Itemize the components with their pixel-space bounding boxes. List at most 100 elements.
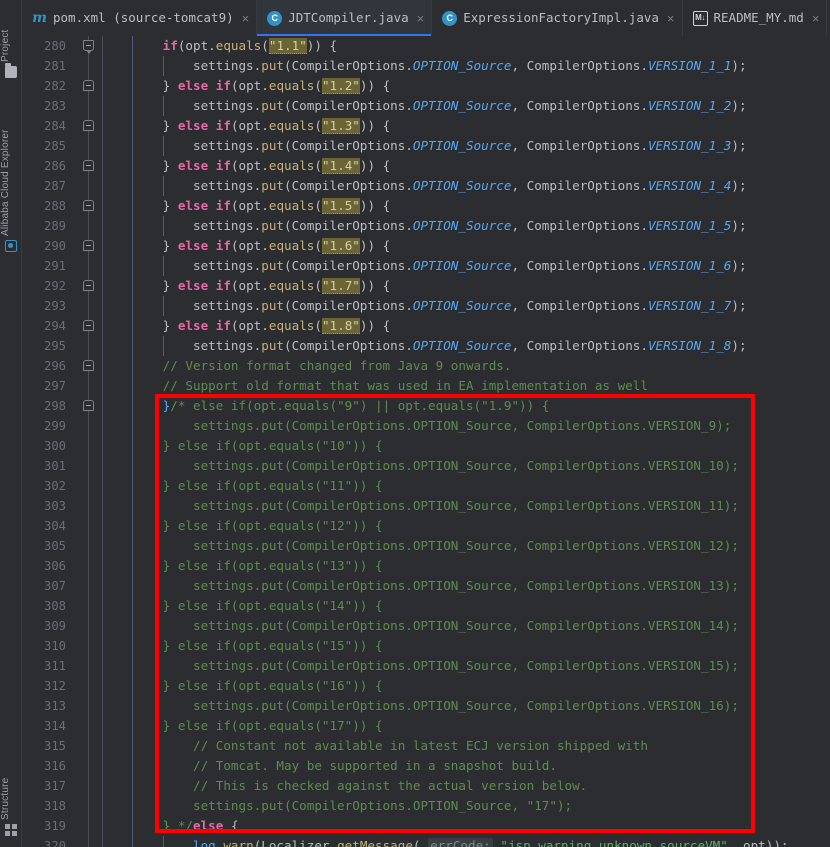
code-line[interactable]: 293 settings.put(CompilerOptions.OPTION_…: [22, 296, 830, 316]
code-text[interactable]: settings.put(CompilerOptions.OPTION_Sour…: [102, 796, 572, 816]
code-fold-toggle[interactable]: [82, 116, 96, 136]
code-text[interactable]: } else if(opt.equals("1.5")) {: [102, 196, 390, 216]
code-fold-toggle[interactable]: [82, 316, 96, 336]
code-line[interactable]: 281 settings.put(CompilerOptions.OPTION_…: [22, 56, 830, 76]
code-line[interactable]: 298 }/* else if(opt.equals("9") || opt.e…: [22, 396, 830, 416]
code-line[interactable]: 297 // Support old format that was used …: [22, 376, 830, 396]
code-fold-toggle[interactable]: [82, 356, 96, 376]
code-text[interactable]: settings.put(CompilerOptions.OPTION_Sour…: [102, 256, 747, 276]
code-line[interactable]: 317 // This is checked against the actua…: [22, 776, 830, 796]
code-text[interactable]: } else if(opt.equals("1.7")) {: [102, 276, 390, 296]
close-icon[interactable]: ×: [667, 12, 675, 25]
code-text[interactable]: } else if(opt.equals("15")) {: [102, 636, 383, 656]
code-line[interactable]: 310 } else if(opt.equals("15")) {: [22, 636, 830, 656]
code-line[interactable]: 306 } else if(opt.equals("13")) {: [22, 556, 830, 576]
code-line[interactable]: 313 settings.put(CompilerOptions.OPTION_…: [22, 696, 830, 716]
structure-icon[interactable]: [5, 824, 17, 836]
code-line[interactable]: 315 // Constant not available in latest …: [22, 736, 830, 756]
code-text[interactable]: // This is checked against the actual ve…: [102, 776, 587, 796]
close-icon[interactable]: ×: [417, 12, 425, 25]
code-fold-toggle[interactable]: [82, 236, 96, 256]
code-text[interactable]: } else if(opt.equals("1.3")) {: [102, 116, 390, 136]
editor-tab-pom-xml[interactable]: m pom.xml (source-tomcat9) ×: [22, 0, 258, 36]
code-line[interactable]: 292 } else if(opt.equals("1.7")) {: [22, 276, 830, 296]
close-icon[interactable]: ×: [242, 12, 250, 25]
code-text[interactable]: // Version format changed from Java 9 on…: [102, 356, 512, 376]
code-text[interactable]: settings.put(CompilerOptions.OPTION_Sour…: [102, 296, 747, 316]
code-text[interactable]: settings.put(CompilerOptions.OPTION_Sour…: [102, 176, 747, 196]
code-text[interactable]: settings.put(CompilerOptions.OPTION_Sour…: [102, 416, 731, 436]
code-fold-toggle[interactable]: [82, 156, 96, 176]
editor-tab-jdtcompiler-java[interactable]: C JDTCompiler.java ×: [257, 0, 433, 36]
code-line[interactable]: 287 settings.put(CompilerOptions.OPTION_…: [22, 176, 830, 196]
editor-tab-readme-my-md[interactable]: M↓ README_MY.md ×: [682, 0, 828, 36]
code-text[interactable]: // Support old format that was used in E…: [102, 376, 648, 396]
code-line[interactable]: 283 settings.put(CompilerOptions.OPTION_…: [22, 96, 830, 116]
code-line[interactable]: 294 } else if(opt.equals("1.8")) {: [22, 316, 830, 336]
code-line[interactable]: 284 } else if(opt.equals("1.3")) {: [22, 116, 830, 136]
code-text[interactable]: } else if(opt.equals("1.8")) {: [102, 316, 390, 336]
code-fold-toggle[interactable]: [82, 396, 96, 416]
code-line[interactable]: 296 // Version format changed from Java …: [22, 356, 830, 376]
folder-icon[interactable]: [5, 63, 17, 78]
code-text[interactable]: }/* else if(opt.equals("9") || opt.equal…: [102, 396, 550, 416]
code-line[interactable]: 302 } else if(opt.equals("11")) {: [22, 476, 830, 496]
code-text[interactable]: settings.put(CompilerOptions.OPTION_Sour…: [102, 456, 739, 476]
cloud-icon[interactable]: [5, 240, 17, 252]
editor-vertical-scrollbar[interactable]: [818, 36, 830, 847]
code-text[interactable]: settings.put(CompilerOptions.OPTION_Sour…: [102, 56, 747, 76]
code-text[interactable]: } else if(opt.equals("12")) {: [102, 516, 383, 536]
code-line[interactable]: 305 settings.put(CompilerOptions.OPTION_…: [22, 536, 830, 556]
tool-window-button-structure[interactable]: Structure: [0, 742, 21, 820]
code-text[interactable]: log.warn(Localizer.getMessage( errCode: …: [102, 836, 789, 847]
code-line[interactable]: 295 settings.put(CompilerOptions.OPTION_…: [22, 336, 830, 356]
code-text[interactable]: settings.put(CompilerOptions.OPTION_Sour…: [102, 496, 739, 516]
tool-window-button-alibaba-cloud-explorer[interactable]: Alibaba Cloud Explorer: [0, 86, 21, 236]
code-fold-toggle[interactable]: [82, 276, 96, 296]
code-line[interactable]: 316 // Tomcat. May be supported in a sna…: [22, 756, 830, 776]
code-line[interactable]: 301 settings.put(CompilerOptions.OPTION_…: [22, 456, 830, 476]
code-text[interactable]: settings.put(CompilerOptions.OPTION_Sour…: [102, 536, 739, 556]
tool-window-button-project[interactable]: Project: [0, 4, 21, 62]
code-line[interactable]: 286 } else if(opt.equals("1.4")) {: [22, 156, 830, 176]
code-text[interactable]: settings.put(CompilerOptions.OPTION_Sour…: [102, 336, 747, 356]
code-line[interactable]: 285 settings.put(CompilerOptions.OPTION_…: [22, 136, 830, 156]
code-editor[interactable]: 280 if(opt.equals("1.1")) {281 settings.…: [22, 36, 830, 847]
code-line[interactable]: 309 settings.put(CompilerOptions.OPTION_…: [22, 616, 830, 636]
code-text[interactable]: settings.put(CompilerOptions.OPTION_Sour…: [102, 696, 739, 716]
code-text[interactable]: } else if(opt.equals("1.6")) {: [102, 236, 390, 256]
code-line[interactable]: 318 settings.put(CompilerOptions.OPTION_…: [22, 796, 830, 816]
code-line[interactable]: 308 } else if(opt.equals("14")) {: [22, 596, 830, 616]
code-line[interactable]: 320 log.warn(Localizer.getMessage( errCo…: [22, 836, 830, 847]
code-line[interactable]: 311 settings.put(CompilerOptions.OPTION_…: [22, 656, 830, 676]
code-text[interactable]: settings.put(CompilerOptions.OPTION_Sour…: [102, 576, 739, 596]
code-line[interactable]: 303 settings.put(CompilerOptions.OPTION_…: [22, 496, 830, 516]
editor-tab-expressionfactoryimpl-java[interactable]: C ExpressionFactoryImpl.java ×: [432, 0, 683, 36]
code-text[interactable]: settings.put(CompilerOptions.OPTION_Sour…: [102, 216, 747, 236]
code-text[interactable]: settings.put(CompilerOptions.OPTION_Sour…: [102, 136, 747, 156]
code-line[interactable]: 282 } else if(opt.equals("1.2")) {: [22, 76, 830, 96]
code-line[interactable]: 299 settings.put(CompilerOptions.OPTION_…: [22, 416, 830, 436]
code-text[interactable]: } else if(opt.equals("17")) {: [102, 716, 383, 736]
code-lines-container[interactable]: 280 if(opt.equals("1.1")) {281 settings.…: [22, 36, 830, 847]
code-text[interactable]: settings.put(CompilerOptions.OPTION_Sour…: [102, 96, 747, 116]
code-fold-toggle[interactable]: [82, 196, 96, 216]
code-text[interactable]: } else if(opt.equals("11")) {: [102, 476, 383, 496]
code-line[interactable]: 300 } else if(opt.equals("10")) {: [22, 436, 830, 456]
code-line[interactable]: 319 } */else {: [22, 816, 830, 836]
code-line[interactable]: 314 } else if(opt.equals("17")) {: [22, 716, 830, 736]
code-line[interactable]: 280 if(opt.equals("1.1")) {: [22, 36, 830, 56]
code-text[interactable]: } else if(opt.equals("10")) {: [102, 436, 383, 456]
code-text[interactable]: } */else {: [102, 816, 239, 836]
code-line[interactable]: 291 settings.put(CompilerOptions.OPTION_…: [22, 256, 830, 276]
code-line[interactable]: 312 } else if(opt.equals("16")) {: [22, 676, 830, 696]
code-text[interactable]: } else if(opt.equals("14")) {: [102, 596, 383, 616]
close-icon[interactable]: ×: [812, 12, 820, 25]
code-text[interactable]: settings.put(CompilerOptions.OPTION_Sour…: [102, 656, 739, 676]
code-text[interactable]: } else if(opt.equals("1.2")) {: [102, 76, 390, 96]
code-line[interactable]: 307 settings.put(CompilerOptions.OPTION_…: [22, 576, 830, 596]
code-line[interactable]: 290 } else if(opt.equals("1.6")) {: [22, 236, 830, 256]
code-line[interactable]: 288 } else if(opt.equals("1.5")) {: [22, 196, 830, 216]
code-fold-toggle[interactable]: [82, 36, 96, 56]
code-text[interactable]: } else if(opt.equals("16")) {: [102, 676, 383, 696]
